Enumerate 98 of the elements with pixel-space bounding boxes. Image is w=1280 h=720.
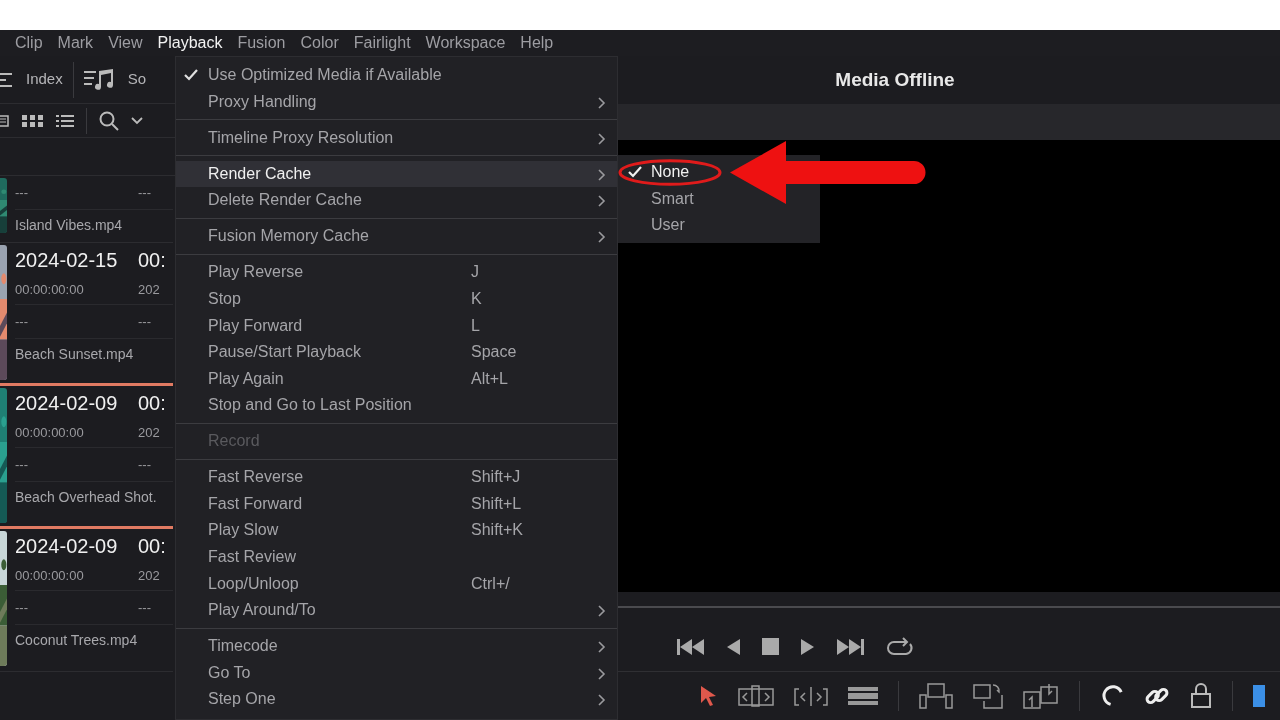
shortcut-label: Shift+J xyxy=(471,467,521,488)
clip-card[interactable]: 2024-02-15 00: 00:00:00:00 202 --- --- Beach Sunset.mp4 xyxy=(0,243,173,386)
clip-field: --- xyxy=(15,454,138,475)
menu-item-label: Play Reverse xyxy=(208,262,304,283)
clip-field: --- xyxy=(138,311,151,332)
shortcut-label: Shift+L xyxy=(471,493,522,514)
menu-item[interactable]: Step One xyxy=(176,686,617,713)
menu-item-label: Fast Review xyxy=(208,547,297,568)
shortcut-label: Space xyxy=(471,342,517,363)
clip-time: 00: xyxy=(138,248,166,273)
clip-date-column: 202 xyxy=(138,279,160,300)
menu-item[interactable]: Fast Review xyxy=(176,543,617,571)
menu-item-label: Use Optimized Media if Available xyxy=(208,65,442,86)
menu-item[interactable]: Timeline Proxy Resolution xyxy=(176,124,617,152)
shortcut-label: Ctrl+/ xyxy=(471,573,510,594)
clip-date-column: 202 xyxy=(138,422,160,443)
menu-item-label: Timeline Proxy Resolution xyxy=(208,127,394,148)
menu-item-label: Pause/Start Playback xyxy=(208,342,361,363)
clip-field: --- xyxy=(15,597,138,618)
clip-time: 00: xyxy=(138,391,166,416)
shortcut-label: J xyxy=(471,262,479,283)
clip-time: 00: xyxy=(138,534,166,559)
menu-item-label: Loop/Unloop xyxy=(208,573,299,594)
menu-item-label: Fast Forward xyxy=(208,493,303,514)
menu-item[interactable]: Render Cache xyxy=(176,160,617,188)
menu-item-label: Play Slow xyxy=(208,520,279,541)
menu-item-label: Proxy Handling xyxy=(208,91,317,112)
menu-item-label: Play Around/To xyxy=(208,600,316,621)
clip-field: --- xyxy=(138,597,151,618)
clip-timecode: 00:00:00:00 xyxy=(15,566,85,585)
menu-item-label: Fusion Memory Cache xyxy=(208,226,369,247)
menu-item[interactable]: Delete Render Cache xyxy=(176,187,617,214)
menu-bar-item[interactable]: Fusion xyxy=(237,31,286,55)
clip-date: 2024-02-15 xyxy=(15,248,119,273)
menu-item-label: Delete Render Cache xyxy=(208,190,362,211)
menu-item-label: Render Cache xyxy=(208,163,312,184)
clip-field: --- xyxy=(138,182,151,203)
submenu-item[interactable]: User xyxy=(618,212,728,239)
menu-item[interactable]: Stop and Go to Last Position xyxy=(176,392,617,419)
menu-item[interactable]: Pause/Start Playback Space xyxy=(176,338,617,366)
clip-timecode: 00:00:00:00 xyxy=(15,423,85,442)
menu-item-label: Stop and Go to Last Position xyxy=(208,395,412,416)
clip-filename: Beach Sunset.mp4 xyxy=(15,344,134,364)
toolbar-label[interactable]: So xyxy=(127,68,147,91)
menu-bar-item[interactable]: Color xyxy=(300,31,339,55)
clip-card[interactable]: 2024-02-09 00: 00:00:00:00 202 --- --- Coconut Trees.mp4 xyxy=(0,529,173,672)
menu-item-label: Step One xyxy=(208,689,276,710)
clip-card[interactable]: --- --- Island Vibes.mp4 xyxy=(0,176,173,243)
menu-bar-item[interactable]: Mark xyxy=(57,31,94,55)
clip-card[interactable]: 2024-02-09 00: 00:00:00:00 202 --- --- Beach Overhead Shot. xyxy=(0,386,173,529)
menu-item[interactable]: Use Optimized Media if Available xyxy=(176,62,617,89)
clip-filename: Beach Overhead Shot. xyxy=(15,487,157,507)
menu-item[interactable]: Play Slow Shift+K xyxy=(176,517,617,544)
menu-item[interactable]: Play Forward L xyxy=(176,312,617,339)
toolbar-label[interactable]: Index xyxy=(26,68,63,91)
menu-item[interactable]: Go To xyxy=(176,659,617,687)
shortcut-label: K xyxy=(471,288,482,309)
menu-item-label: Timecode xyxy=(208,636,278,657)
clip-date: 2024-02-09 xyxy=(15,391,119,416)
clip-field: --- xyxy=(15,182,138,203)
menu-item-label: Go To xyxy=(208,662,251,683)
menu-bar-item[interactable]: Clip xyxy=(15,31,43,55)
menu-item-label: Stop xyxy=(208,288,241,309)
menu-item-label: Record xyxy=(208,431,260,452)
menu-bar-item[interactable]: Workspace xyxy=(425,31,506,55)
menu-item-label: Play Again xyxy=(208,368,284,389)
menu-item[interactable]: Fusion Memory Cache xyxy=(176,223,617,250)
viewer-title: Media Offline xyxy=(835,67,955,92)
clip-filename: Island Vibes.mp4 xyxy=(15,215,123,235)
clip-date-column: 202 xyxy=(138,565,160,586)
clip-date: 2024-02-09 xyxy=(15,534,119,559)
submenu-item-label: User xyxy=(651,215,685,236)
menu-item[interactable]: Proxy Handling xyxy=(176,88,617,116)
menu-bar-item[interactable]: Playback xyxy=(157,31,223,55)
menu-item[interactable]: Stop K xyxy=(176,285,617,313)
clip-timecode: 00:00:00:00 xyxy=(15,280,85,299)
submenu-item-label: None xyxy=(651,162,690,183)
submenu-item[interactable]: Smart xyxy=(618,185,728,213)
clip-filename: Coconut Trees.mp4 xyxy=(15,630,138,650)
menu-bar-item[interactable]: View xyxy=(108,31,143,55)
menu-item-label: Play Forward xyxy=(208,315,303,336)
menu-item[interactable]: Timecode xyxy=(176,632,617,660)
clip-field: --- xyxy=(138,454,151,475)
shortcut-label: L xyxy=(471,315,480,336)
menu-item[interactable]: Fast Reverse Shift+J xyxy=(176,463,617,491)
menu-item[interactable]: Play Around/To xyxy=(176,596,617,624)
menu-bar-item[interactable]: Fairlight xyxy=(353,31,411,55)
menu-item[interactable]: Loop/Unloop Ctrl+/ xyxy=(176,570,617,597)
menu-item[interactable]: Play Reverse J xyxy=(176,259,617,286)
submenu-item-label: Smart xyxy=(651,188,694,209)
submenu-item[interactable]: None xyxy=(618,159,728,186)
menu-bar-item[interactable]: Help xyxy=(520,31,554,55)
shortcut-label: Shift+K xyxy=(471,520,524,541)
menu-item[interactable]: Fast Forward Shift+L xyxy=(176,490,617,518)
clip-field: --- xyxy=(15,311,138,332)
menu-item-label: Fast Reverse xyxy=(208,467,304,488)
shortcut-label: Alt+L xyxy=(471,368,508,389)
menu-item[interactable]: Play Again Alt+L xyxy=(176,365,617,393)
